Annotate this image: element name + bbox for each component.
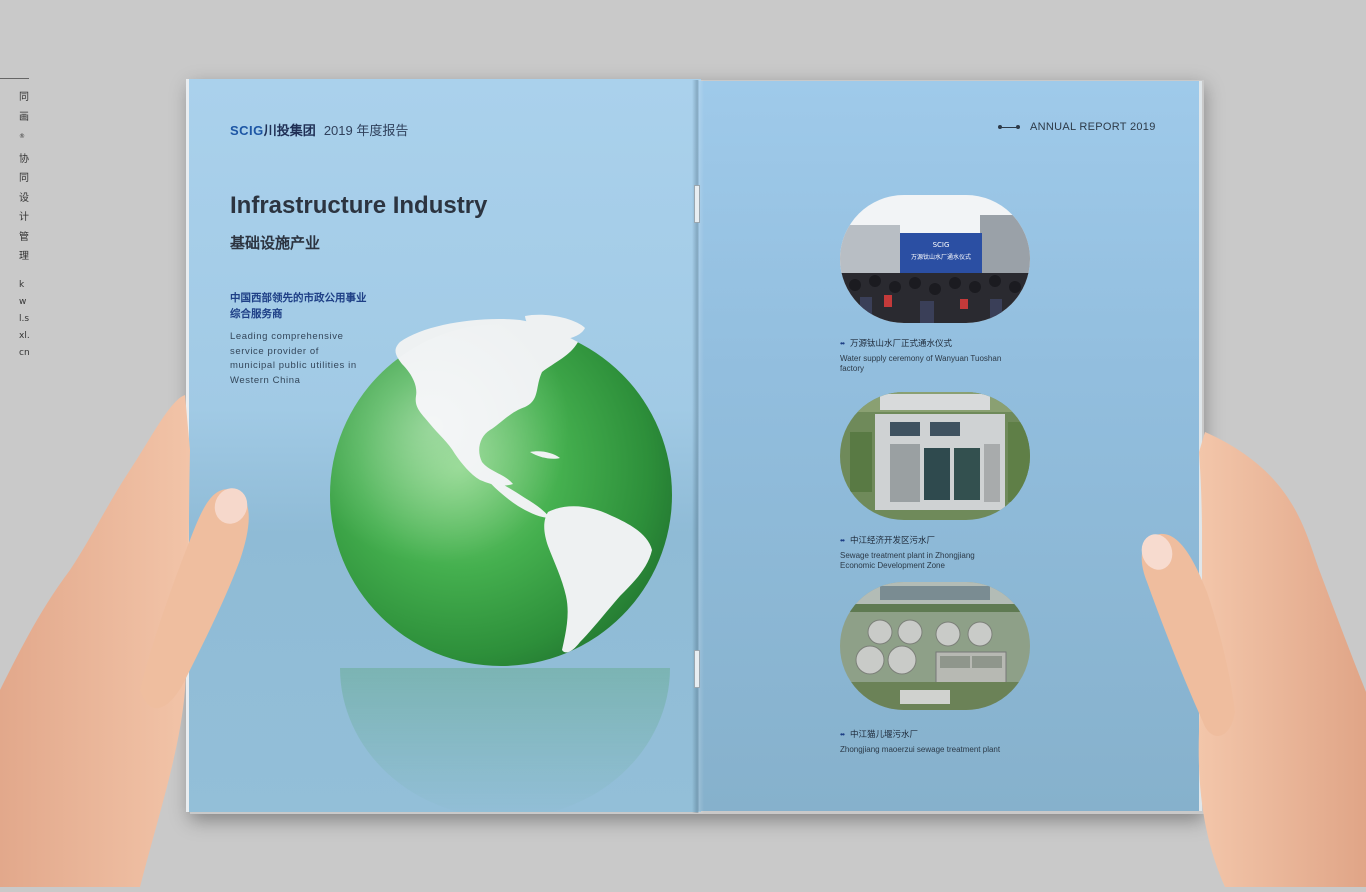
watermark-char: 同 — [19, 173, 29, 185]
watermark-char: 画® — [19, 111, 29, 141]
right-hand — [1135, 432, 1366, 892]
caption-cn: 中江经济开发区污水厂 — [849, 535, 935, 545]
left-hand — [0, 390, 260, 892]
watermark-char: 理 — [19, 251, 29, 263]
bullet-icon: •• — [840, 535, 845, 545]
page-subtitle: 基础设施产业 — [230, 235, 321, 252]
banner-text: 万源钛山水厂通水仪式 — [911, 253, 971, 261]
photo-aerial-plant — [840, 582, 1030, 710]
page-title: Infrastructure Industry — [230, 192, 488, 219]
brand-year: 2019 年度报告 — [323, 123, 409, 138]
caption-aerial-plant: •• 中江猫儿堰污水厂 Zhongjiang maoerzui sewage tr… — [840, 729, 1010, 755]
header-text: ANNUAL REPORT 2019 — [1030, 121, 1156, 133]
watermark-char: 计 — [19, 212, 29, 224]
photo-sewage-plant — [840, 392, 1030, 520]
watermark-char: 协 — [19, 153, 29, 165]
caption-en: Sewage treatment plant in Zhongjiang Eco… — [840, 551, 975, 570]
caption-sewage-plant: •• 中江经济开发区污水厂 Sewage treatment plant in Z… — [840, 535, 1010, 571]
annual-report-header: ANNUAL REPORT 2019 — [998, 121, 1156, 133]
globe-reflection — [340, 668, 670, 812]
brand-logo: SCIG — [230, 123, 264, 138]
caption-en: Water supply ceremony of Wanyuan Tuoshan… — [840, 354, 1002, 373]
caption-en: Zhongjiang maoerzui sewage treatment pla… — [840, 745, 1001, 754]
bullet-icon: •• — [840, 729, 845, 739]
caption-cn: 万源钛山水厂正式通水仪式 — [849, 338, 952, 348]
staple-bottom — [694, 650, 700, 688]
header-dot-line — [998, 124, 1020, 129]
caption-cn: 中江猫儿堰污水厂 — [849, 729, 918, 739]
watermark-url: kwl.sxl.cn — [19, 279, 30, 358]
brand-header: SCIG川投集团 2019 年度报告 — [230, 120, 408, 139]
watermark-char: 管 — [19, 231, 29, 243]
photo-ceremony: SCIG 万源钛山水厂通水仪式 — [840, 195, 1030, 323]
globe-image — [330, 312, 672, 668]
staple-top — [694, 185, 700, 223]
brand-name: 川投集团 — [263, 123, 316, 138]
banner-logo: SCIG — [933, 241, 950, 249]
watermark-rule — [0, 78, 29, 79]
watermark-char: 同 — [19, 92, 29, 103]
watermark-char: 设 — [19, 192, 29, 204]
bullet-icon: •• — [840, 338, 845, 348]
caption-ceremony: •• 万源钛山水厂正式通水仪式 Water supply ceremony of … — [840, 338, 1010, 374]
watermark-vertical-text: 同 画® 协 同 设 计 管 理 kwl.sxl.cn — [19, 88, 31, 362]
